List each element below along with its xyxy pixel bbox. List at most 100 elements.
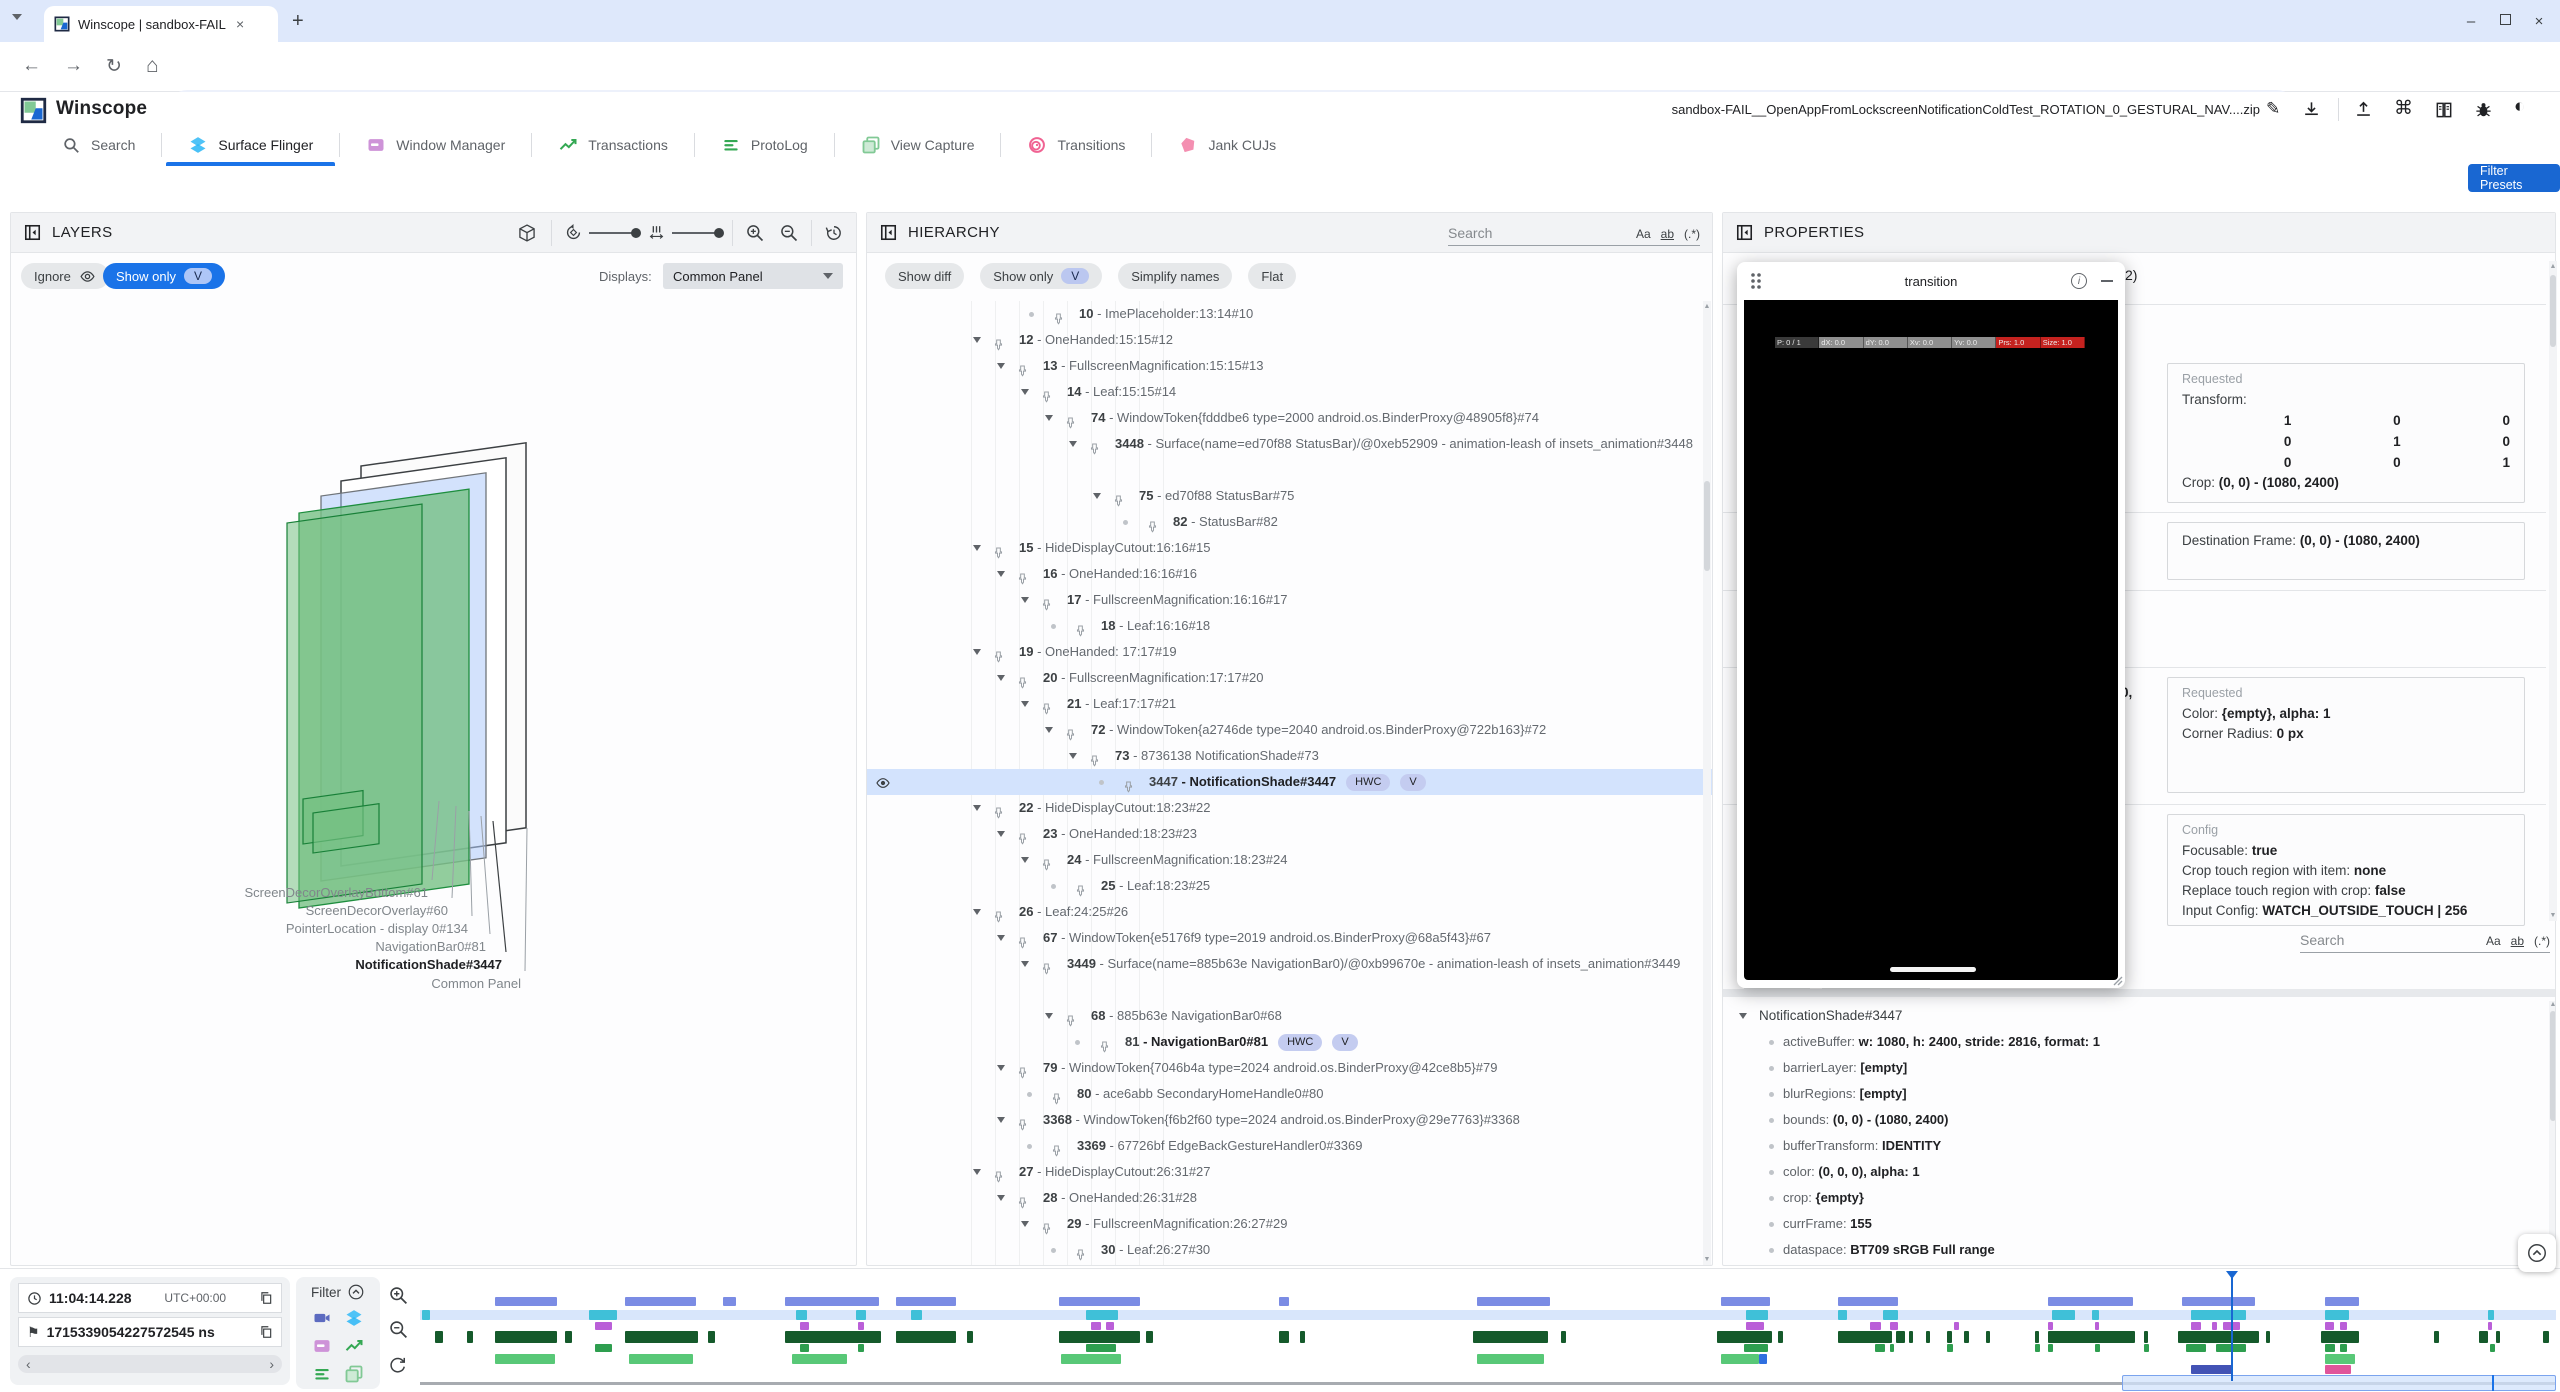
- spacing-slider[interactable]: [672, 232, 720, 234]
- filter-view-capture-icon[interactable]: [343, 1363, 365, 1385]
- tab-search-chevron-icon[interactable]: [12, 14, 22, 20]
- expand-toggle-icon[interactable]: [1045, 415, 1053, 421]
- timeline-cursor-handle[interactable]: [2226, 1271, 2238, 1279]
- node-label[interactable]: 27 - HideDisplayCutout:26:31#27: [1019, 1159, 1694, 1185]
- back-icon[interactable]: ←: [22, 55, 41, 77]
- hierarchy-node-13[interactable]: 13 - FullscreenMagnification:15:15#13: [867, 353, 1712, 379]
- trace-segment-surface-flinger[interactable]: [911, 1310, 922, 1320]
- hierarchy-node-73[interactable]: 73 - 8736138 NotificationShade#73: [867, 743, 1712, 769]
- node-label[interactable]: 29 - FullscreenMagnification:26:27#29: [1067, 1211, 1694, 1237]
- tab-transactions[interactable]: Transactions: [532, 126, 694, 164]
- node-label[interactable]: 3448 - Surface(name=ed70f88 StatusBar)/@…: [1115, 431, 1694, 457]
- layer-label[interactable]: NavigationBar0#81: [375, 939, 486, 954]
- node-label[interactable]: 81 - NavigationBar0#81HWCV: [1125, 1029, 1694, 1055]
- trace-segment-surface-flinger[interactable]: [422, 1310, 429, 1320]
- hierarchy-node-3369[interactable]: 3369 - 67726bf EdgeBackGestureHandler0#3…: [867, 1133, 1712, 1159]
- documentation-book-icon[interactable]: [2434, 100, 2454, 120]
- property-currFrame[interactable]: currFrame: 155: [1723, 1211, 2555, 1237]
- trace-segment-protolog[interactable]: [1947, 1344, 1952, 1352]
- properties-scrollbar[interactable]: ▲ ▼: [2549, 261, 2557, 921]
- tab-surface-flinger[interactable]: Surface Flinger: [162, 126, 339, 164]
- hierarchy-node-3448[interactable]: 3448 - Surface(name=ed70f88 StatusBar)/@…: [867, 431, 1712, 483]
- edit-file-icon[interactable]: ✎: [2266, 99, 2280, 119]
- trace-segment-view-capture[interactable]: [629, 1354, 693, 1364]
- hierarchy-node-30[interactable]: 30 - Leaf:26:27#30: [867, 1237, 1712, 1263]
- browser-tab[interactable]: Winscope | sandbox-FAIL ×: [44, 6, 278, 42]
- filter-protolog-icon[interactable]: [311, 1363, 333, 1385]
- window-maximize-button[interactable]: [2488, 14, 2522, 28]
- info-icon[interactable]: i: [2071, 273, 2087, 289]
- expand-toggle-icon[interactable]: [1021, 701, 1029, 707]
- node-label[interactable]: 22 - HideDisplayCutout:18:23#22: [1019, 795, 1694, 821]
- tab-window-manager[interactable]: Window Manager: [340, 126, 531, 164]
- 3d-cube-icon[interactable]: [517, 223, 537, 243]
- hierarchy-node-21[interactable]: 21 - Leaf:17:17#21: [867, 691, 1712, 717]
- hierarchy-node-23[interactable]: 23 - OneHanded:18:23#23: [867, 821, 1712, 847]
- layers-3d-canvas[interactable]: ScreenDecorOverlayBottom#61 ScreenDecorO…: [11, 301, 856, 1265]
- property-color[interactable]: color: (0, 0, 0), alpha: 1: [1723, 1159, 2555, 1185]
- trace-segment-view-capture[interactable]: [495, 1354, 555, 1364]
- trace-segment-transactions[interactable]: [2191, 1322, 2202, 1330]
- property-barrierLayer[interactable]: barrierLayer: [empty]: [1723, 1055, 2555, 1081]
- copy-icon[interactable]: [259, 1291, 273, 1305]
- trace-segment-protolog[interactable]: [2490, 1344, 2495, 1352]
- show-only-v-chip[interactable]: Show onlyV: [980, 263, 1102, 289]
- trace-segment-window-manager[interactable]: [625, 1331, 698, 1343]
- expand-toggle-icon[interactable]: [997, 675, 1005, 681]
- hierarchy-node-29[interactable]: 29 - FullscreenMagnification:26:27#29: [867, 1211, 1712, 1237]
- hierarchy-node-80[interactable]: 80 - ace6abb SecondaryHomeHandle0#80: [867, 1081, 1712, 1107]
- trace-segment-screen-recording[interactable]: [1059, 1297, 1140, 1306]
- trace-segment-window-manager[interactable]: [2048, 1331, 2136, 1343]
- trace-segment-view-capture[interactable]: [2325, 1354, 2355, 1364]
- layer-label[interactable]: Common Panel: [431, 976, 521, 991]
- hierarchy-node-14[interactable]: 14 - Leaf:15:15#14: [867, 379, 1712, 405]
- dark-mode-toggle-icon[interactable]: ◐: [2514, 96, 2525, 118]
- zoom-in-icon[interactable]: [745, 223, 765, 243]
- hierarchy-node-3449[interactable]: 3449 - Surface(name=885b63e NavigationBa…: [867, 951, 1712, 1003]
- property-blurRegions[interactable]: blurRegions: [empty]: [1723, 1081, 2555, 1107]
- trace-segment-window-manager[interactable]: [2321, 1331, 2359, 1343]
- trace-segment-transactions[interactable]: [1870, 1322, 1881, 1330]
- trace-segment-transitions-janks[interactable]: [2191, 1365, 2234, 1374]
- trace-segment-surface-flinger[interactable]: [2052, 1310, 2075, 1320]
- trace-segment-protolog[interactable]: [1875, 1344, 1886, 1352]
- trace-segment-window-manager[interactable]: [2496, 1331, 2500, 1343]
- trace-segment-protolog[interactable]: [858, 1344, 864, 1352]
- hierarchy-node-27[interactable]: 27 - HideDisplayCutout:26:31#27: [867, 1159, 1712, 1185]
- trace-segment-window-manager[interactable]: [1926, 1331, 1930, 1343]
- timeline-reset-zoom-icon[interactable]: [388, 1355, 408, 1375]
- rotation-slider[interactable]: [589, 232, 637, 234]
- trace-segment-view-capture[interactable]: [792, 1354, 848, 1364]
- window-close-button[interactable]: ×: [2522, 13, 2556, 30]
- trace-segment-transactions[interactable]: [2212, 1322, 2217, 1330]
- expand-toggle-icon[interactable]: [973, 337, 981, 343]
- trace-segment-transactions[interactable]: [1106, 1322, 1115, 1330]
- filter-presets-button[interactable]: Filter Presets: [2468, 164, 2560, 192]
- hierarchy-node-67[interactable]: 67 - WindowToken{e5176f9 type=2019 andro…: [867, 925, 1712, 951]
- trace-segment-protolog[interactable]: [1890, 1344, 1894, 1352]
- node-label[interactable]: 82 - StatusBar#82: [1173, 509, 1694, 535]
- prev-frame-icon[interactable]: ‹: [26, 1356, 31, 1372]
- hierarchy-node-3368[interactable]: 3368 - WindowToken{f6b2f60 type=2024 and…: [867, 1107, 1712, 1133]
- trace-segment-window-manager[interactable]: [1896, 1331, 1905, 1343]
- hierarchy-node-81[interactable]: 81 - NavigationBar0#81HWCV: [867, 1029, 1712, 1055]
- expand-toggle-icon[interactable]: [997, 1065, 1005, 1071]
- expand-toggle-icon[interactable]: [1021, 389, 1029, 395]
- home-icon[interactable]: ⌂: [146, 54, 159, 78]
- node-label[interactable]: 3368 - WindowToken{f6b2f60 type=2024 and…: [1043, 1107, 1694, 1133]
- trace-segment-window-manager[interactable]: [1909, 1331, 1913, 1343]
- trace-segment-window-manager[interactable]: [1300, 1331, 1305, 1343]
- resize-handle-icon[interactable]: [2111, 974, 2123, 986]
- expand-toggle-icon[interactable]: [997, 1195, 1005, 1201]
- node-label[interactable]: 24 - FullscreenMagnification:18:23#24: [1067, 847, 1694, 873]
- trace-segment-window-manager[interactable]: [785, 1331, 881, 1343]
- node-label[interactable]: 10 - ImePlaceholder:13:14#10: [1079, 301, 1694, 327]
- trace-segment-protolog[interactable]: [2144, 1344, 2149, 1352]
- trace-segment-screen-recording[interactable]: [1838, 1297, 1898, 1306]
- expand-toggle-icon[interactable]: [1069, 753, 1077, 759]
- simplify-names-chip[interactable]: Simplify names: [1118, 263, 1232, 289]
- node-label[interactable]: 16 - OneHanded:16:16#16: [1043, 561, 1694, 587]
- expand-toggle-icon[interactable]: [997, 1117, 1005, 1123]
- trace-segment-transactions[interactable]: [1954, 1322, 1959, 1330]
- property-bufferTransform[interactable]: bufferTransform: IDENTITY: [1723, 1133, 2555, 1159]
